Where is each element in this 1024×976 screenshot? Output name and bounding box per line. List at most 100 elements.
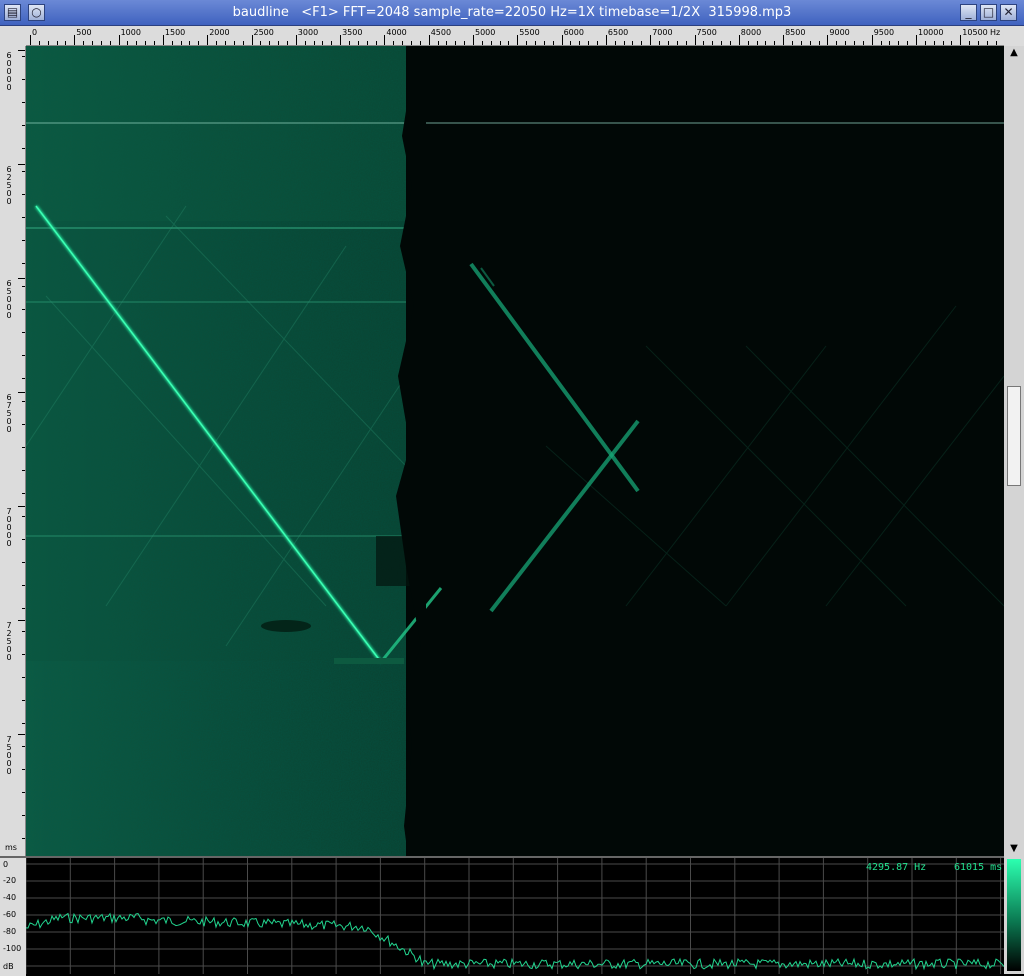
freq-minor-tick (809, 41, 811, 45)
echo-chirp-descending (469, 262, 640, 493)
time-tick (18, 620, 25, 621)
freq-minor-tick (818, 41, 820, 45)
freq-tick (650, 35, 652, 45)
freq-minor-tick (685, 41, 687, 45)
freq-minor-tick (543, 41, 545, 45)
time-tick (18, 392, 25, 393)
spectrogram-display[interactable] (26, 46, 1004, 856)
freq-minor-tick (552, 41, 554, 45)
maximize-icon[interactable]: □ (980, 4, 997, 21)
color-scale[interactable] (1004, 856, 1024, 974)
freq-tick (605, 35, 607, 45)
color-gradient (1007, 859, 1021, 971)
window-title: baudline <F1> FFT=2048 sample_rate=22050… (232, 5, 792, 20)
freq-minor-tick (588, 41, 590, 45)
time-label: 70000 (6, 507, 12, 548)
freq-minor-tick (375, 41, 377, 45)
freq-label: 3500 (342, 28, 363, 37)
db-unit: dB (3, 962, 14, 971)
freq-minor-tick (242, 41, 244, 45)
freq-minor-tick (490, 41, 492, 45)
freq-minor-tick (676, 41, 678, 45)
freq-minor-tick (233, 41, 235, 45)
freq-minor-tick (180, 41, 182, 45)
freq-minor-tick (393, 41, 395, 45)
frequency-readout: 4295.87 Hz (866, 862, 927, 873)
freq-minor-tick (889, 41, 891, 45)
freq-minor-tick (535, 41, 537, 45)
frequency-ruler[interactable]: 0 500 1000 1500 2000 2500 3000 3500 4000 4500 5000… (26, 26, 1004, 46)
spectrum-plot (26, 858, 1004, 974)
vertical-scrollbar[interactable]: ▲ ▼ (1004, 46, 1024, 856)
freq-minor-tick (278, 41, 280, 45)
freq-tick (517, 35, 519, 45)
freq-minor-tick (756, 41, 758, 45)
freq-minor-tick (464, 41, 466, 45)
time-label: 67500 (6, 393, 12, 434)
freq-minor-tick (92, 41, 94, 45)
minimize-icon[interactable]: _ (960, 4, 977, 21)
freq-tick (295, 35, 297, 45)
freq-minor-tick (154, 41, 156, 45)
freq-label: 0 (32, 28, 38, 37)
freq-minor-tick (47, 41, 49, 45)
freq-label: 1500 (164, 28, 186, 37)
freq-minor-tick (357, 41, 359, 45)
freq-minor-tick (703, 41, 705, 45)
freq-minor-tick (641, 41, 643, 45)
freq-minor-tick (446, 41, 448, 45)
window-titlebar: ▤ ○ baudline <F1> FFT=2048 sample_rate=2… (0, 0, 1024, 26)
freq-label: 8000 (740, 28, 762, 37)
freq-minor-tick (419, 41, 421, 45)
freq-label: 8500 (785, 28, 806, 37)
freq-minor-tick (56, 41, 58, 45)
freq-minor-tick (747, 41, 749, 45)
freq-minor-tick (198, 41, 200, 45)
freq-minor-tick (269, 41, 271, 45)
time-label: 65000 (6, 279, 12, 320)
scrollbar-thumb[interactable] (1007, 386, 1021, 486)
freq-minor-tick (260, 41, 262, 45)
freq-minor-tick (499, 41, 501, 45)
freq-minor-tick (845, 41, 847, 45)
time-ruler[interactable]: 60000 62500 65000 67500 70000 72500 75000 ms (0, 46, 26, 856)
freq-tick (783, 35, 785, 45)
freq-minor-tick (109, 41, 111, 45)
freq-tick (827, 35, 829, 45)
freq-label: 2000 (209, 28, 230, 37)
freq-label: 9000 (829, 28, 850, 37)
freq-minor-tick (942, 41, 944, 45)
band-upper-shade (26, 46, 406, 221)
freq-tick (473, 35, 474, 45)
time-label: 72500 (6, 621, 12, 662)
freq-minor-tick (791, 41, 793, 45)
freq-minor-tick (145, 41, 147, 45)
freq-label: 6500 (607, 28, 629, 37)
db-label: -60 (3, 910, 17, 919)
freq-unit: Hz (990, 28, 1001, 37)
freq-minor-tick (526, 41, 528, 45)
freq-tick (118, 35, 120, 45)
freq-minor-tick (579, 41, 581, 45)
freq-minor-tick (410, 41, 412, 45)
freq-label: 6000 (563, 28, 584, 37)
freq-minor-tick (402, 41, 404, 45)
freq-minor-tick (667, 41, 669, 45)
freq-minor-tick (136, 41, 138, 45)
freq-tick (871, 35, 873, 45)
freq-label: 4000 (386, 28, 407, 37)
scroll-up-icon[interactable]: ▲ (1006, 46, 1022, 60)
freq-minor-tick (127, 41, 129, 45)
spectrum-analyzer[interactable]: 0 -20 -40 -60 -80 -100 dB 4295.87 Hz 61015 ms (0, 856, 1004, 976)
close-icon[interactable]: ✕ (1000, 4, 1017, 21)
freq-tick (428, 35, 430, 45)
freq-minor-tick (65, 41, 67, 45)
freq-label: 10000 (918, 28, 944, 37)
dark-artifact (261, 620, 311, 632)
freq-minor-tick (508, 41, 510, 45)
freq-minor-tick (304, 41, 306, 45)
freq-tick (738, 35, 740, 45)
scroll-down-icon[interactable]: ▼ (1006, 842, 1022, 856)
freq-label: 4500 (430, 28, 452, 37)
time-readout: 61015 ms (954, 862, 1003, 873)
